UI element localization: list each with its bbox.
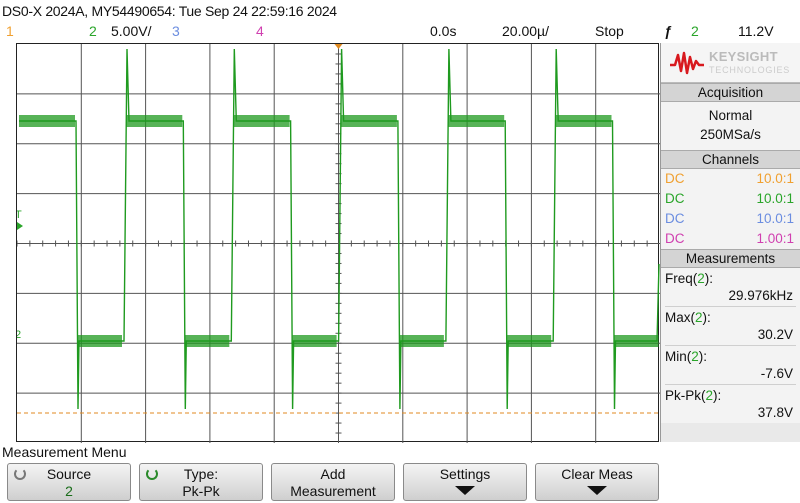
info-side-panel: KEYSIGHT TECHNOLOGIES Acquisition Normal… (660, 43, 800, 442)
channel-2-info: DC 10.0:1 (661, 189, 800, 209)
source-label: Source (46, 466, 92, 482)
trigger-level-marker: T (17, 209, 22, 221)
trigger-level[interactable]: 11.2V (738, 23, 774, 39)
channel-4-coupling: DC (665, 231, 685, 246)
ch2-indicator[interactable]: 2 (89, 23, 97, 39)
measurement-label: Measurement (290, 483, 376, 499)
trace-noise-low (399, 335, 444, 347)
type-softkey[interactable]: Type: Pk-Pk (139, 463, 263, 501)
settings-softkey[interactable]: Settings (403, 463, 527, 501)
sample-rate: 250MSa/s (700, 127, 761, 142)
trace-noise-high (340, 115, 397, 127)
menu-title: Measurement Menu (2, 444, 127, 460)
add-label: Add (320, 466, 346, 482)
measurement-label: Freq(2): (665, 271, 714, 286)
scope-status-line: DS0-X 2024A, MY54490654: Tue Sep 24 22:5… (0, 0, 800, 22)
trace-noise-high (555, 115, 612, 127)
channel-2-ground-marker: 2 (17, 329, 21, 341)
ch4-indicator[interactable]: 4 (256, 23, 264, 39)
acquisition-info: Normal 250MSa/s (661, 102, 800, 150)
trace-noise-low (614, 335, 659, 347)
channels-title: Channels (661, 150, 800, 169)
trigger-source[interactable]: 2 (691, 23, 699, 39)
channel-timebase-bar: 1 2 5.00V/ 3 4 0.0s 20.00µ/ Stop ƒ 2 11.… (0, 22, 800, 42)
brand-name: KEYSIGHT (709, 49, 778, 64)
entry-knob-icon (14, 468, 26, 480)
channel-2-coupling: DC (665, 191, 685, 206)
measurement-label: Min(2): (665, 349, 708, 364)
channel-4-info: DC 1.00:1 (661, 229, 800, 249)
ch3-indicator[interactable]: 3 (172, 23, 180, 39)
keysight-wave-icon (670, 51, 704, 75)
trigger-position-marker (334, 44, 343, 49)
clear-meas-softkey[interactable]: Clear Meas (535, 463, 659, 501)
trace-noise-high (233, 115, 290, 127)
channel-4-probe: 1.00:1 (756, 231, 794, 246)
source-value: 2 (65, 483, 73, 499)
settings-label: Settings (439, 466, 491, 482)
trace-noise-low (507, 335, 552, 347)
channel-1-probe: 10.0:1 (756, 171, 794, 186)
channel-3-coupling: DC (665, 211, 685, 226)
channel-1-coupling: DC (665, 171, 685, 186)
trace-noise-low (185, 335, 230, 347)
measurements-title: Measurements (661, 249, 800, 268)
measurements-list: Freq(2): 29.976kHz Max(2): 30.2V Min(2):… (661, 268, 800, 423)
type-label: Type: (183, 466, 219, 482)
channel-3-info: DC 10.0:1 (661, 209, 800, 229)
trace-noise-high (448, 115, 505, 127)
channel-2-probe: 10.0:1 (756, 191, 794, 206)
keysight-logo: KEYSIGHT TECHNOLOGIES (661, 43, 800, 83)
add-measurement-softkey[interactable]: Add Measurement (271, 463, 395, 501)
ch1-indicator[interactable]: 1 (6, 23, 14, 39)
submenu-arrow-icon (587, 486, 607, 495)
channel-3-probe: 10.0:1 (756, 211, 794, 226)
acquisition-title: Acquisition (661, 83, 800, 102)
trigger-arrow-icon (17, 222, 23, 230)
measurement-value: 29.976kHz (728, 288, 793, 303)
brand-subtitle: TECHNOLOGIES (709, 65, 791, 75)
trigger-icon: ƒ (664, 23, 672, 39)
entry-knob-icon (146, 468, 158, 480)
time-position[interactable]: 0.0s (430, 23, 456, 39)
source-softkey[interactable]: Source 2 (7, 463, 131, 501)
time-scale[interactable]: 20.00µ/ (502, 23, 549, 39)
channel-1-info: DC 10.0:1 (661, 169, 800, 189)
submenu-arrow-icon (455, 486, 475, 495)
measurement-value: 30.2V (757, 327, 793, 342)
measurement-value: -7.6V (760, 366, 793, 381)
graticule: T2 (17, 44, 660, 443)
measurement-label: Max(2): (665, 310, 711, 325)
waveform-display[interactable]: T2 (16, 43, 660, 443)
run-state[interactable]: Stop (595, 23, 624, 39)
trace-noise-high (126, 115, 183, 127)
instrument-title: DS0-X 2024A, MY54490654: Tue Sep 24 22:5… (2, 3, 337, 19)
clear-meas-label: Clear Meas (561, 466, 633, 482)
ch2-scale[interactable]: 5.00V/ (111, 23, 151, 39)
trace-noise-high (19, 115, 75, 127)
trace-noise-low (78, 335, 122, 347)
measurement-label: Pk-Pk(2): (665, 388, 722, 403)
type-value: Pk-Pk (182, 483, 220, 499)
measurement-value: 37.8V (757, 405, 793, 420)
trace-noise-low (292, 335, 337, 347)
acquisition-mode: Normal (708, 108, 753, 123)
